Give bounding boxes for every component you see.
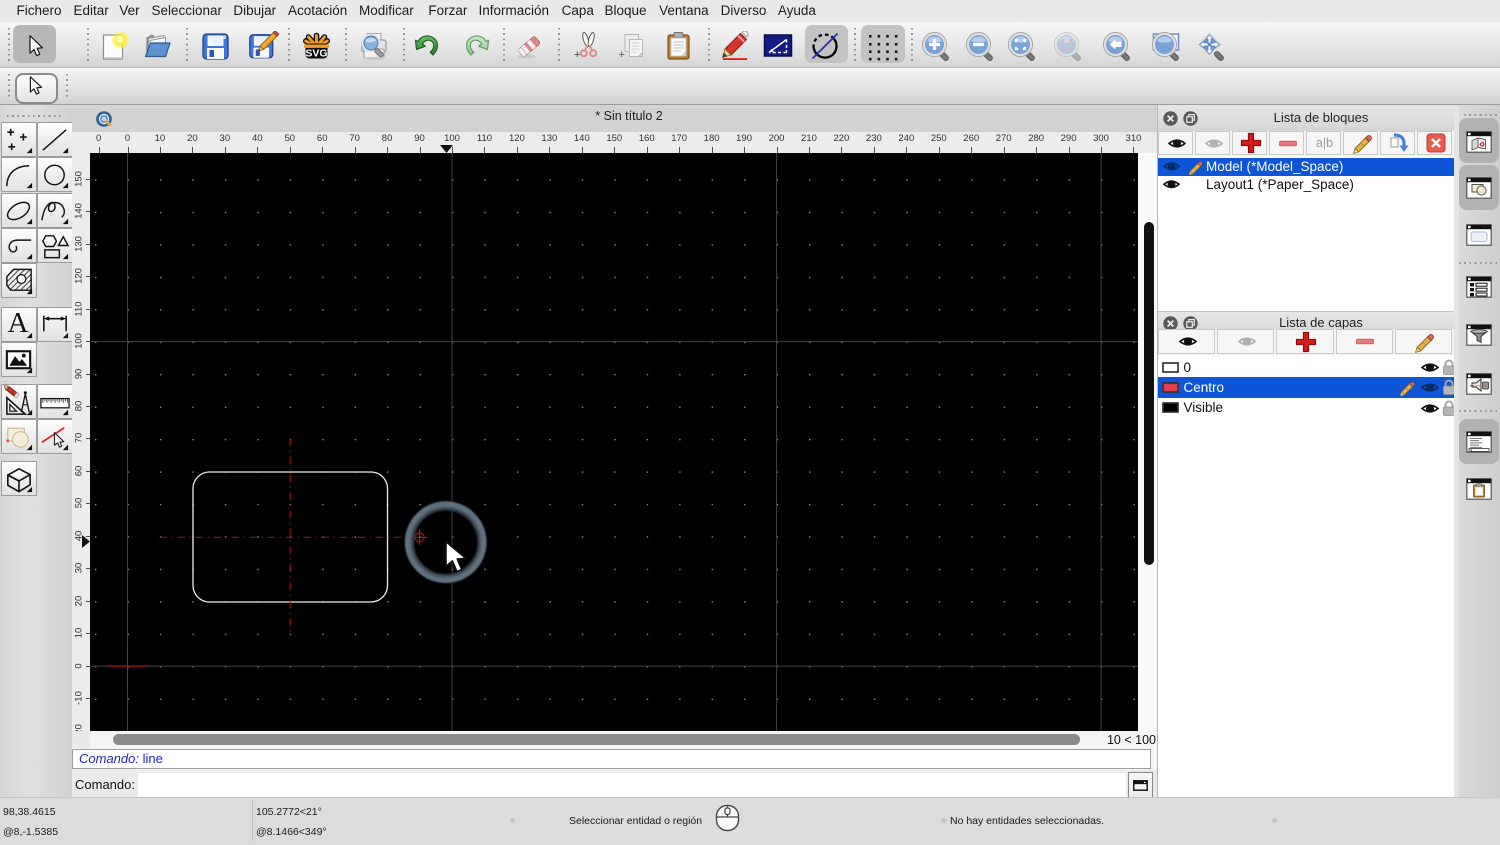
svg-text:+: + bbox=[619, 49, 625, 61]
svg-text:+: + bbox=[574, 49, 580, 61]
svg-text:SVG: SVG bbox=[305, 48, 327, 60]
